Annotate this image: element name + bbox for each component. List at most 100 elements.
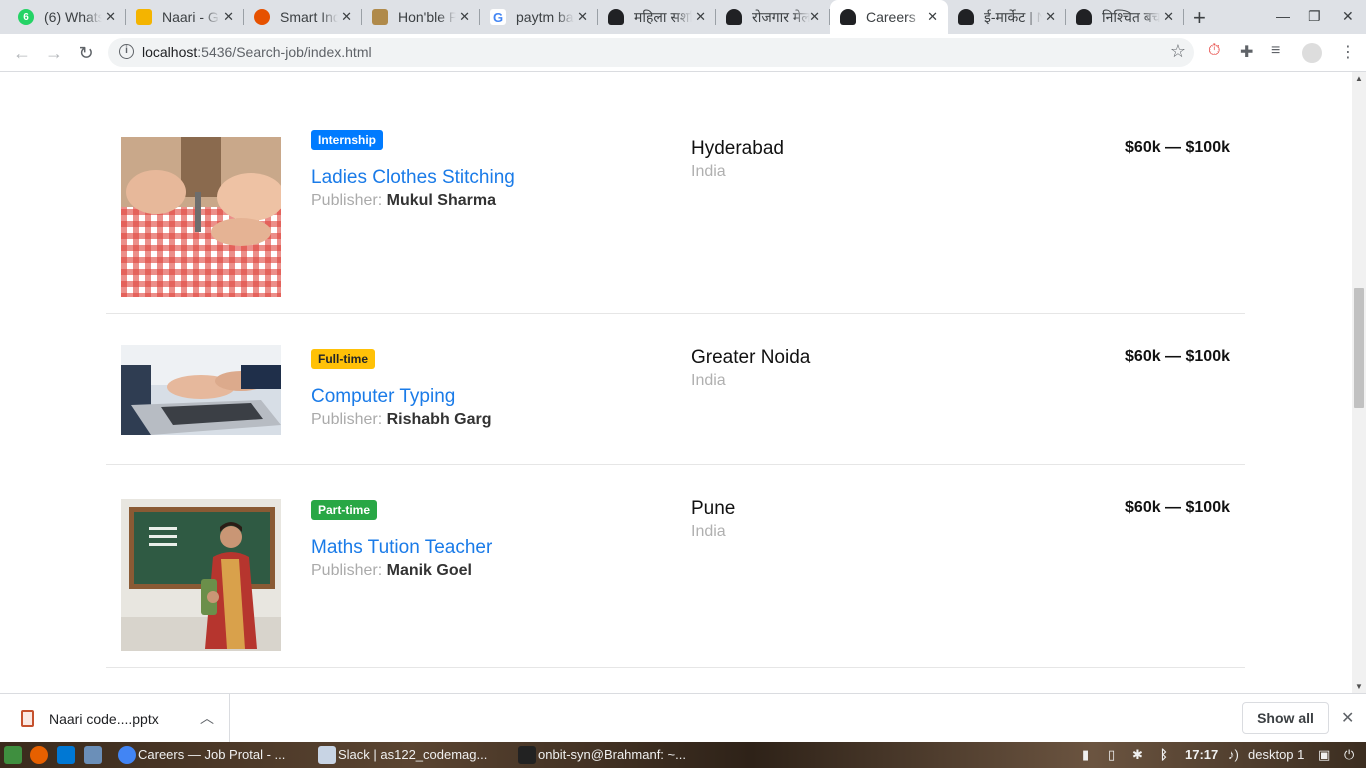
tab-title: रोजगार मेला xyxy=(752,8,810,25)
browser-toolbar: ← → ↻ i localhost:5436/Search-job/index.… xyxy=(0,34,1366,72)
url-text[interactable]: localhost:5436/Search-job/index.html xyxy=(142,44,372,60)
tab-emarket[interactable]: ई-मार्केट | Naari ✕ xyxy=(948,0,1066,34)
tab-whatsapp[interactable]: 6 (6) WhatsApp ✕ xyxy=(8,0,126,34)
minimize-icon[interactable]: — xyxy=(1276,8,1290,24)
tab-title: paytm bank xyxy=(516,9,574,25)
network-signal-icon[interactable]: ▮ xyxy=(1082,747,1089,763)
scroll-down-icon[interactable]: ▼ xyxy=(1355,682,1363,691)
tab-mahila[interactable]: महिला सशक्तिकरण ✕ xyxy=(598,0,716,34)
sewing-machine-photo xyxy=(121,137,281,297)
clock[interactable]: 17:17 xyxy=(1185,747,1218,762)
job-salary: $60k — $100k xyxy=(1125,139,1230,156)
firefox-icon[interactable] xyxy=(30,746,48,764)
close-window-icon[interactable]: ✕ xyxy=(1342,8,1354,25)
url-path: :5436/Search-job/index.html xyxy=(197,44,372,60)
tab-title: महिला सशक्तिकरण xyxy=(634,8,692,25)
job-title-link[interactable]: Ladies Clothes Stitching xyxy=(311,167,515,189)
new-tab-button[interactable]: + xyxy=(1193,5,1206,31)
tab-title: (6) WhatsApp xyxy=(44,9,102,25)
page-scrollbar[interactable]: ▲ ▼ xyxy=(1352,72,1366,693)
close-icon[interactable]: ✕ xyxy=(1163,9,1174,25)
tab-bachat[interactable]: निश्चित बचत ✕ xyxy=(1066,0,1184,34)
tab-slides[interactable]: Naari - Google Slides ✕ xyxy=(126,0,244,34)
job-type-badge: Internship xyxy=(311,130,384,150)
power-icon[interactable]: ⏻ xyxy=(1344,747,1354,763)
woman-icon xyxy=(608,9,624,25)
woman-icon xyxy=(1076,9,1092,25)
chevron-up-icon[interactable]: ︿ xyxy=(200,708,214,728)
pptx-file-icon xyxy=(21,710,34,727)
job-row[interactable]: Part-time Maths Tution Teacher Publisher… xyxy=(106,465,1245,668)
close-icon[interactable]: ✕ xyxy=(1341,708,1354,728)
close-icon[interactable]: ✕ xyxy=(341,9,352,25)
job-salary: $60k — $100k xyxy=(1125,348,1230,365)
job-title-link[interactable]: Maths Tution Teacher xyxy=(311,537,492,559)
battery-icon[interactable]: ▯ xyxy=(1108,747,1115,763)
job-row[interactable]: Internship Ladies Clothes Stitching Publ… xyxy=(106,117,1245,314)
woman-icon xyxy=(840,9,856,25)
google-icon: G xyxy=(490,9,506,25)
volume-icon[interactable]: ♪) xyxy=(1228,747,1239,762)
taskbar-item[interactable]: Slack | as122_codemag... xyxy=(338,747,487,762)
woman-icon xyxy=(958,9,974,25)
restore-icon[interactable]: ❐ xyxy=(1308,8,1321,25)
extensions-puzzle-icon[interactable]: ✚ xyxy=(1240,42,1253,62)
close-icon[interactable]: ✕ xyxy=(577,9,588,25)
close-icon[interactable]: ✕ xyxy=(223,9,234,25)
show-desktop-icon[interactable]: ▣ xyxy=(1318,747,1330,763)
publisher-line: Publisher: Manik Goel xyxy=(311,562,472,580)
taskbar-item[interactable]: Careers — Job Protal - ... xyxy=(138,747,285,762)
close-icon[interactable]: ✕ xyxy=(105,9,116,25)
publisher-label: Publisher: xyxy=(311,562,383,579)
close-icon[interactable]: ✕ xyxy=(695,9,706,25)
download-bar: Naari code....pptx ︿ Show all ✕ xyxy=(0,693,1366,743)
app-menu-icon[interactable] xyxy=(4,746,22,764)
job-title-link[interactable]: Computer Typing xyxy=(311,386,455,408)
sih-icon xyxy=(254,9,270,25)
job-type-badge: Part-time xyxy=(311,500,378,520)
media-control-icon[interactable]: ≡ xyxy=(1271,42,1280,60)
files-icon[interactable] xyxy=(84,746,102,764)
teacher-illustration xyxy=(121,499,281,651)
tab-sih[interactable]: Smart India Hackathon ✕ xyxy=(244,0,362,34)
tab-strip: 6 (6) WhatsApp ✕ Naari - Google Slides ✕… xyxy=(0,0,1366,34)
vscode-icon[interactable] xyxy=(57,746,75,764)
menu-kebab-icon[interactable]: ⋮ xyxy=(1340,42,1356,62)
download-item[interactable]: Naari code....pptx ︿ xyxy=(0,694,230,743)
window-icon[interactable] xyxy=(318,746,336,764)
reload-icon[interactable]: ↻ xyxy=(73,40,99,66)
tab-careers[interactable]: Careers ✕ xyxy=(830,0,948,34)
slack-tray-icon[interactable]: ✱ xyxy=(1132,747,1143,763)
extension-timer-icon[interactable]: ⏱ xyxy=(1208,42,1220,60)
tab-title: ई-मार्केट | Naari xyxy=(984,8,1042,25)
close-icon[interactable]: ✕ xyxy=(459,9,470,25)
taskbar-item[interactable]: onbit-syn@Brahmanf: ~... xyxy=(538,747,686,762)
site-info-icon[interactable]: i xyxy=(119,44,134,59)
job-country: India xyxy=(691,523,726,540)
terminal-icon[interactable] xyxy=(518,746,536,764)
show-all-button[interactable]: Show all xyxy=(1242,702,1329,734)
job-salary: $60k — $100k xyxy=(1125,499,1230,516)
scroll-up-icon[interactable]: ▲ xyxy=(1355,74,1363,83)
address-bar[interactable]: i localhost:5436/Search-job/index.html ☆ xyxy=(108,38,1194,67)
back-arrow-icon[interactable]: ← xyxy=(9,40,35,66)
workspace-label[interactable]: desktop 1 xyxy=(1248,747,1304,762)
publisher-line: Publisher: Rishabh Garg xyxy=(311,411,492,429)
job-country: India xyxy=(691,163,726,180)
tab-google[interactable]: G paytm bank ✕ xyxy=(480,0,598,34)
job-country: India xyxy=(691,372,726,389)
tab-pm[interactable]: Hon'ble Prime Minister ✕ xyxy=(362,0,480,34)
bluetooth-icon[interactable]: ᛒ xyxy=(1160,747,1168,762)
bookmark-star-icon[interactable]: ☆ xyxy=(1170,41,1186,62)
close-icon[interactable]: ✕ xyxy=(927,9,938,25)
chrome-icon[interactable] xyxy=(118,746,136,764)
close-icon[interactable]: ✕ xyxy=(809,9,820,25)
forward-arrow-icon[interactable]: → xyxy=(41,40,67,66)
whatsapp-icon: 6 xyxy=(18,9,34,25)
download-file-name[interactable]: Naari code....pptx xyxy=(49,711,159,727)
profile-avatar[interactable] xyxy=(1302,43,1322,63)
scrollbar-thumb[interactable] xyxy=(1354,288,1364,408)
job-row[interactable]: Full-time Computer Typing Publisher: Ris… xyxy=(106,314,1245,465)
close-icon[interactable]: ✕ xyxy=(1045,9,1056,25)
tab-rozgar[interactable]: रोजगार मेला ✕ xyxy=(716,0,830,34)
